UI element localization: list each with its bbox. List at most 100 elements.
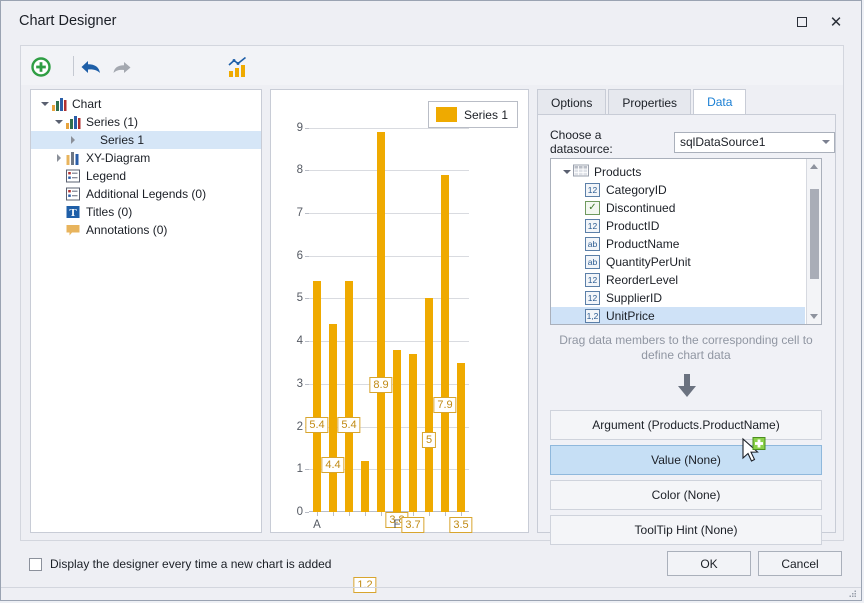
tree-node-titles-0[interactable]: TTitles (0) — [31, 203, 261, 221]
data-member-discontinued[interactable]: ✓ Discontinued — [551, 199, 805, 217]
data-member-label: CategoryID — [606, 183, 667, 197]
y-axis-tick-label: 4 — [297, 335, 303, 347]
tree-node-series-1[interactable]: Series 1 — [31, 131, 261, 149]
field-type-boolean-icon: ✓ — [585, 201, 600, 215]
svg-text:T: T — [69, 207, 77, 219]
data-member-label: UnitPrice — [606, 309, 655, 323]
bar[interactable] — [377, 132, 385, 512]
data-member-supplierid[interactable]: 12SupplierID — [551, 289, 805, 307]
bar[interactable] — [361, 461, 369, 512]
spacer — [79, 132, 95, 148]
tree-node-annotations-0[interactable]: Annotations (0) — [31, 221, 261, 239]
chevron-up-icon — [810, 164, 818, 169]
data-members-list[interactable]: Products 12 CategoryID ✓ Discontinued 12Produ… — [550, 158, 822, 325]
bar[interactable] — [425, 298, 433, 512]
bar[interactable] — [409, 354, 417, 512]
table-icon — [573, 164, 589, 180]
redo-button[interactable] — [109, 55, 133, 79]
undo-button[interactable] — [79, 55, 103, 79]
ok-button[interactable]: OK — [667, 551, 751, 576]
tab-properties[interactable]: Properties — [608, 89, 691, 115]
collapse-toggle-icon[interactable] — [561, 163, 573, 181]
tree-node-series-1[interactable]: Series (1) — [31, 113, 261, 131]
bar[interactable] — [345, 281, 353, 512]
down-arrow-icon — [674, 373, 700, 402]
x-tick-mark — [413, 512, 414, 516]
chart-designer-window: Chart Designer ✕ — [0, 0, 862, 601]
field-type-string-icon: ab — [585, 255, 600, 269]
collapse-toggle-icon[interactable] — [53, 113, 65, 131]
data-member-root[interactable]: Products — [551, 163, 805, 181]
y-tick-mark — [305, 256, 309, 257]
expand-toggle-icon[interactable] — [53, 149, 65, 167]
data-member-quantityperunit[interactable]: abQuantityPerUnit — [551, 253, 805, 271]
field-type-string-icon: ab — [585, 237, 600, 251]
data-label: 5.4 — [337, 417, 360, 433]
toolbar-separator — [73, 56, 74, 76]
datasource-row: Choose a datasource: sqlDataSource1 — [550, 128, 835, 156]
bar[interactable] — [329, 324, 337, 512]
field-type-integer-icon: 12 — [585, 273, 600, 287]
add-button[interactable] — [29, 55, 53, 79]
tree-node-xy-diagram[interactable]: XY-Diagram — [31, 149, 261, 167]
display-designer-checkbox-row[interactable]: Display the designer every time a new ch… — [29, 557, 331, 571]
maximize-button[interactable] — [785, 9, 819, 35]
data-member-productid[interactable]: 12ProductID — [551, 217, 805, 235]
resize-grip-icon[interactable] — [847, 589, 857, 599]
chart-bars-icon — [65, 114, 81, 130]
diagram-icon — [65, 150, 81, 166]
scroll-down-button[interactable] — [807, 309, 821, 324]
y-axis-tick-label: 3 — [297, 378, 303, 390]
tree-node-legend[interactable]: Legend — [31, 167, 261, 185]
chart-wizard-button[interactable] — [226, 55, 250, 79]
bar[interactable] — [441, 175, 449, 512]
data-member-productname[interactable]: abProductName — [551, 235, 805, 253]
tree-spacer — [53, 167, 65, 185]
data-label: 8.9 — [369, 377, 392, 393]
drop-zone-argument[interactable]: Argument (Products.ProductName) — [550, 410, 822, 440]
datasource-label: Choose a datasource: — [550, 128, 666, 156]
scroll-up-button[interactable] — [807, 159, 821, 174]
tab-options[interactable]: Options — [537, 89, 606, 115]
x-axis-tick-label: A — [313, 519, 321, 531]
drop-zone-color[interactable]: Color (None) — [550, 480, 822, 510]
x-axis-tick-label: F — [393, 519, 400, 531]
data-members-scrollbar[interactable] — [806, 159, 821, 324]
bar[interactable] — [313, 281, 321, 512]
title-bar: Chart Designer ✕ — [1, 1, 861, 43]
title-t-icon: T — [65, 204, 81, 220]
x-tick-mark — [429, 512, 430, 516]
chevron-down-icon — [817, 140, 834, 144]
field-type-integer-icon: 12 — [585, 183, 600, 197]
chart-structure-tree[interactable]: ChartSeries (1)Series 1XY-DiagramLegendA… — [30, 89, 262, 533]
toolbar — [20, 45, 844, 85]
cancel-button[interactable]: Cancel — [758, 551, 842, 576]
undo-icon — [79, 55, 103, 79]
close-button[interactable]: ✕ — [819, 9, 853, 35]
expand-toggle-icon[interactable] — [67, 131, 79, 149]
y-axis-tick-label: 2 — [297, 421, 303, 433]
panel-tabs[interactable]: OptionsPropertiesData — [537, 89, 748, 115]
bar[interactable] — [393, 350, 401, 512]
bar[interactable] — [457, 363, 465, 512]
tree-node-additional-legends-0[interactable]: Additional Legends (0) — [31, 185, 261, 203]
display-designer-checkbox[interactable] — [29, 558, 42, 571]
window-title: Chart Designer — [19, 13, 117, 29]
drop-zone-value[interactable]: Value (None) — [550, 445, 822, 475]
tab-data[interactable]: Data — [693, 89, 746, 115]
footer: Display the designer every time a new ch… — [1, 541, 861, 602]
scrollbar-thumb[interactable] — [810, 189, 819, 279]
data-tab-body: Choose a datasource: sqlDataSource1 Prod… — [537, 114, 836, 533]
data-member-unitprice[interactable]: 1,2UnitPrice — [551, 307, 805, 325]
legend-label: Series 1 — [464, 108, 508, 122]
datasource-select[interactable]: sqlDataSource1 — [674, 132, 835, 153]
data-member-categoryid[interactable]: 12 CategoryID — [551, 181, 805, 199]
tree-node-label: Chart — [72, 95, 101, 113]
collapse-toggle-icon[interactable] — [39, 95, 51, 113]
drag-hint-line2: define chart data — [552, 348, 820, 363]
data-member-label: Discontinued — [606, 201, 675, 215]
data-member-reorderlevel[interactable]: 12ReorderLevel — [551, 271, 805, 289]
y-tick-mark — [305, 512, 309, 513]
y-tick-mark — [305, 341, 309, 342]
tree-node-chart[interactable]: Chart — [31, 95, 261, 113]
